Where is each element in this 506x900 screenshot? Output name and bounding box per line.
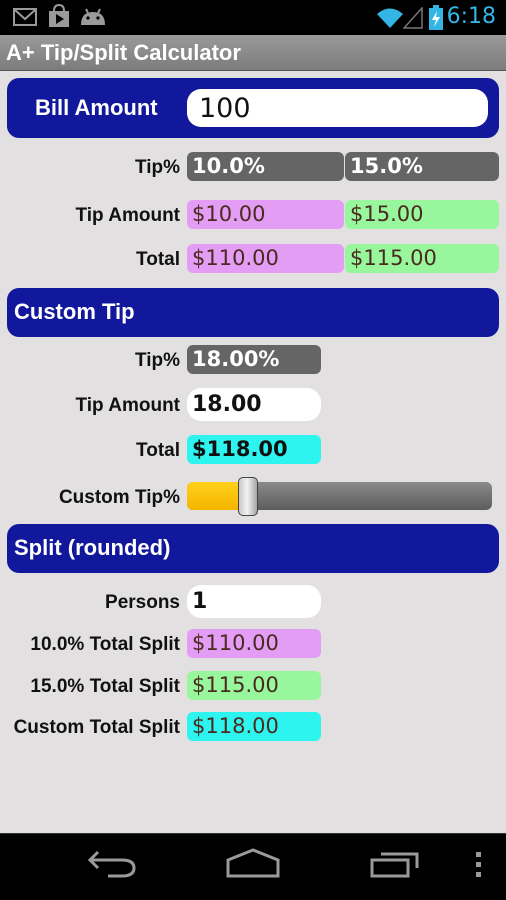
action-bar: A+ Tip/Split Calculator — [0, 35, 506, 71]
split-15-value: $115.00 — [187, 671, 321, 700]
tip-amount-label: Tip Amount — [75, 205, 180, 226]
custom-tip-pct: 18.00% — [187, 345, 321, 374]
persons-input[interactable] — [187, 585, 321, 618]
overflow-menu-icon[interactable] — [474, 848, 484, 888]
tip-pct-15: 15.0% — [345, 152, 499, 181]
split-10-label: 10.0% Total Split — [30, 634, 180, 655]
slider-thumb[interactable] — [238, 477, 258, 516]
cell-signal-icon — [403, 7, 423, 29]
total-label: Total — [136, 249, 180, 270]
tip-amount-10: $10.00 — [187, 200, 344, 229]
battery-charging-icon — [429, 5, 443, 30]
android-debug-icon — [81, 8, 105, 25]
total-10: $110.00 — [187, 244, 344, 273]
custom-total: $118.00 — [187, 435, 321, 464]
split-10-value: $110.00 — [187, 629, 321, 658]
custom-tip-amount-input[interactable] — [187, 388, 321, 421]
custom-tip-title: Custom Tip — [14, 299, 135, 324]
navigation-bar — [0, 833, 506, 900]
custom-total-label: Total — [136, 440, 180, 461]
split-header: Split (rounded) — [7, 524, 499, 573]
home-icon[interactable] — [225, 848, 281, 888]
wifi-icon — [377, 8, 403, 28]
clock: 6:18 — [446, 4, 496, 29]
bill-amount-panel: Bill Amount — [7, 78, 499, 138]
custom-tip-slider[interactable] — [187, 477, 492, 516]
play-store-icon — [49, 4, 69, 27]
custom-tip-header: Custom Tip — [7, 288, 499, 337]
back-icon[interactable] — [86, 848, 138, 888]
app-title: A+ Tip/Split Calculator — [6, 40, 241, 65]
custom-tip-amount-label: Tip Amount — [75, 395, 180, 416]
bill-amount-input[interactable] — [187, 89, 488, 127]
gmail-icon — [13, 8, 37, 26]
split-15-label: 15.0% Total Split — [30, 676, 180, 697]
split-custom-value: $118.00 — [187, 712, 321, 741]
split-custom-label: Custom Total Split — [13, 717, 180, 738]
persons-label: Persons — [105, 592, 180, 613]
tip-amount-15: $15.00 — [345, 200, 499, 229]
split-title: Split (rounded) — [14, 535, 171, 560]
custom-tip-slider-label: Custom Tip% — [58, 487, 180, 508]
tip-pct-label: Tip% — [134, 157, 180, 178]
custom-tip-pct-label: Tip% — [134, 350, 180, 371]
content-area: Bill Amount Tip% 10.0% 15.0% Tip Amount … — [0, 71, 506, 833]
status-bar: 6:18 — [0, 0, 506, 35]
total-15: $115.00 — [345, 244, 499, 273]
bill-amount-label: Bill Amount — [35, 95, 158, 120]
tip-pct-10: 10.0% — [187, 152, 344, 181]
recent-apps-icon[interactable] — [369, 848, 421, 888]
